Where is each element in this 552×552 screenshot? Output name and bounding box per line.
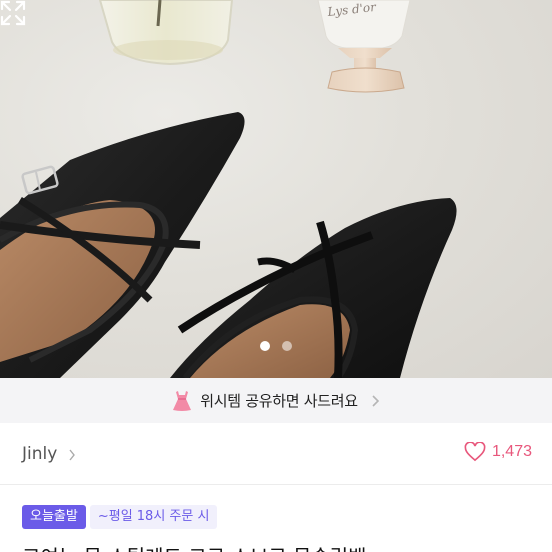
heart-outline-icon [464,442,486,462]
product-photo: Lys d'or [0,0,457,378]
seller-row: Jinly 1,473 [0,423,552,485]
right-shoe [170,198,457,378]
promo-text: 위시템 공유하면 사드려요 [200,392,358,410]
carousel-indicator [0,341,552,351]
like-count: 1,473 [491,443,532,460]
like-button[interactable]: 1,473 [464,442,532,462]
wishlist-share-banner[interactable]: 위시템 공유하면 사드려요 [0,378,552,423]
seller-name[interactable]: Jinly [22,444,57,464]
product-image[interactable]: Lys d'or [0,0,552,378]
carousel-dot-1[interactable] [260,341,270,351]
same-day-badge: 오늘출발 [22,505,86,529]
candle-jar [98,0,234,66]
chevron-right-icon[interactable] [68,449,76,461]
expand-arrows-icon[interactable] [0,0,26,26]
chevron-right-icon [372,394,379,407]
perfume-bottle: Lys d'or [317,0,411,93]
order-cutoff-note: ~평일 18시 주문 시 [89,505,218,529]
product-title: 고여는 뮬 스틸레토 코로 스브로 뮬슬립백 [22,541,367,552]
shipping-tags: 오늘출발 ~평일 18시 주문 시 [22,505,218,529]
pink-dress-icon [173,390,192,411]
carousel-dot-2[interactable] [282,341,292,351]
